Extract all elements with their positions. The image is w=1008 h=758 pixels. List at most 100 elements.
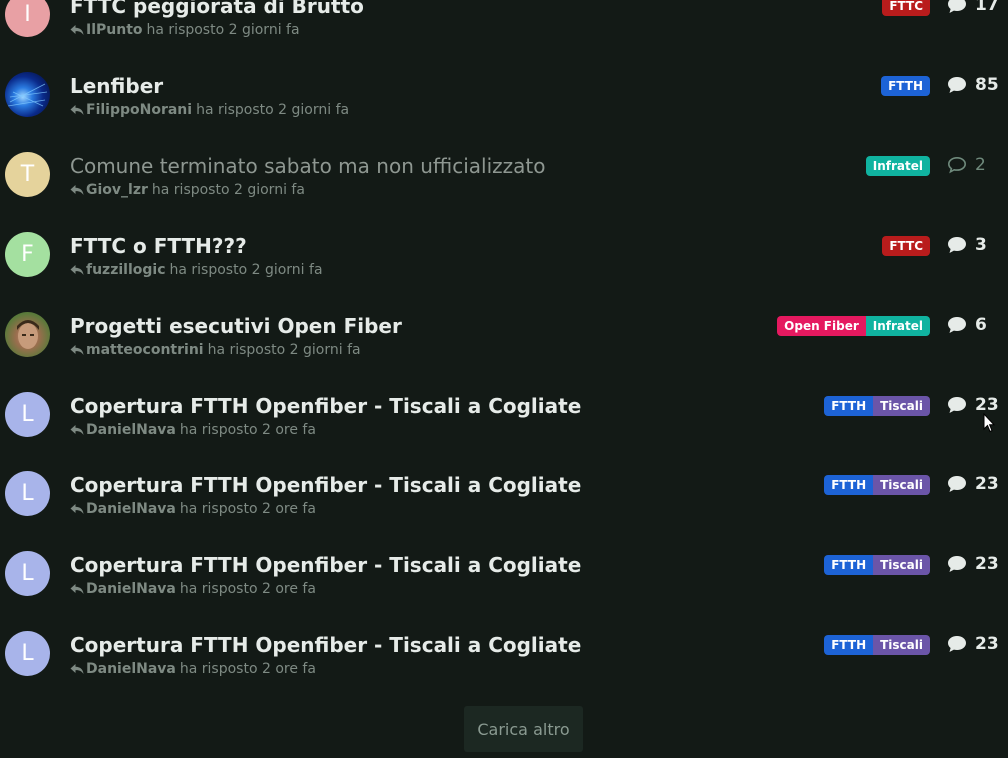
reply-count[interactable]: 23: [947, 474, 999, 494]
tag-tiscali[interactable]: Tiscali: [873, 635, 930, 655]
avatar[interactable]: L: [5, 392, 50, 437]
avatar[interactable]: L: [5, 551, 50, 596]
topic-row[interactable]: Lenfiber FilippoNorani ha risposto 2 giorn…: [0, 54, 1008, 134]
reply-count[interactable]: 85: [947, 75, 999, 95]
topic-title[interactable]: FTTC peggiorata di Brutto: [70, 0, 364, 18]
topic-row[interactable]: T Comune terminato sabato ma non ufficial…: [0, 134, 1008, 214]
topic-row[interactable]: F FTTC o FTTH??? fuzzillogic ha risposto 2 …: [0, 214, 1008, 294]
reply-time: ha risposto 2 giorni fa: [196, 102, 350, 118]
topic-title[interactable]: Copertura FTTH Openfiber - Tiscali a Cog…: [70, 553, 581, 577]
reply-count-value: 85: [975, 75, 999, 95]
reply-time: ha risposto 2 ore fa: [179, 422, 316, 438]
reply-count-value: 17: [975, 0, 999, 15]
user-photo: [17, 320, 39, 349]
reply-count-value: 2: [975, 155, 986, 175]
topic-tags: FTTH Tiscali: [824, 396, 930, 416]
tag-tiscali[interactable]: Tiscali: [873, 475, 930, 495]
speech-bubble-icon: [948, 237, 966, 253]
tag-infratel[interactable]: Infratel: [865, 156, 930, 176]
reply-username[interactable]: matteocontrini: [86, 342, 204, 358]
avatar-letter: T: [20, 162, 35, 187]
reply-time: ha risposto 2 giorni fa: [146, 22, 300, 38]
tag-ftth[interactable]: FTTH: [824, 396, 874, 416]
reply-username[interactable]: Giov_lzr: [86, 182, 148, 198]
reply-count[interactable]: 6: [947, 315, 987, 335]
reply-arrow-icon: [70, 105, 84, 115]
topic-row[interactable]: Progetti esecutivi Open Fiber matteocontr…: [0, 294, 1008, 374]
avatar[interactable]: [5, 72, 50, 117]
avatar[interactable]: I: [5, 0, 50, 37]
tag-fttc[interactable]: FTTC: [882, 236, 930, 256]
reply-count[interactable]: 23: [947, 395, 999, 415]
last-reply-info: Giov_lzr ha risposto 2 giorni fa: [70, 182, 305, 198]
reply-time: ha risposto 2 giorni fa: [169, 262, 323, 278]
avatar[interactable]: T: [5, 152, 50, 197]
speech-bubble-icon: [948, 556, 966, 572]
speech-bubble-icon: [948, 397, 966, 413]
topic-title[interactable]: Copertura FTTH Openfiber - Tiscali a Cog…: [70, 473, 581, 497]
topic-title[interactable]: Lenfiber: [70, 74, 163, 98]
reply-count[interactable]: 23: [947, 554, 999, 574]
avatar-letter: L: [21, 402, 34, 427]
reply-count[interactable]: 17: [947, 0, 999, 15]
speech-bubble-icon: [948, 636, 966, 652]
speech-bubble-icon: [948, 317, 966, 333]
topic-title[interactable]: Copertura FTTH Openfiber - Tiscali a Cog…: [70, 394, 581, 418]
topic-row[interactable]: L Copertura FTTH Openfiber - Tiscali a Co…: [0, 613, 1008, 693]
reply-time: ha risposto 2 giorni fa: [151, 182, 305, 198]
reply-username[interactable]: DanielNava: [86, 581, 176, 597]
topic-tags: FTTH Tiscali: [824, 555, 930, 575]
speech-bubble-icon: [948, 77, 966, 93]
load-more-button[interactable]: Carica altro: [464, 706, 583, 752]
last-reply-info: DanielNava ha risposto 2 ore fa: [70, 581, 316, 597]
reply-username[interactable]: fuzzillogic: [86, 262, 166, 278]
avatar-letter: L: [21, 481, 34, 506]
reply-arrow-icon: [70, 584, 84, 594]
last-reply-info: FilippoNorani ha risposto 2 giorni fa: [70, 102, 349, 118]
topic-title[interactable]: Comune terminato sabato ma non ufficiali…: [70, 154, 546, 178]
topic-tags: Open Fiber Infratel: [777, 316, 930, 336]
avatar[interactable]: F: [5, 232, 50, 277]
reply-username[interactable]: IlPunto: [86, 22, 143, 38]
topic-row[interactable]: L Copertura FTTH Openfiber - Tiscali a Co…: [0, 453, 1008, 533]
topic-title[interactable]: FTTC o FTTH???: [70, 234, 247, 258]
reply-count-value: 6: [975, 315, 987, 335]
reply-count-value: 23: [975, 554, 999, 574]
tag-infratel[interactable]: Infratel: [865, 316, 930, 336]
tag-tiscali[interactable]: Tiscali: [873, 555, 930, 575]
tag-ftth[interactable]: FTTH: [824, 555, 874, 575]
tag-fttc[interactable]: FTTC: [882, 0, 930, 16]
reply-count[interactable]: 2: [947, 155, 986, 175]
avatar-letter: L: [21, 641, 34, 666]
topic-title[interactable]: Copertura FTTH Openfiber - Tiscali a Cog…: [70, 633, 581, 657]
reply-username[interactable]: DanielNava: [86, 422, 176, 438]
tag-open-fiber[interactable]: Open Fiber: [777, 316, 866, 336]
reply-arrow-icon: [70, 345, 84, 355]
tag-ftth[interactable]: FTTH: [824, 635, 874, 655]
tag-ftth[interactable]: FTTH: [824, 475, 874, 495]
reply-time: ha risposto 2 ore fa: [179, 661, 316, 677]
reply-count-value: 3: [975, 235, 987, 255]
topic-row[interactable]: L Copertura FTTH Openfiber - Tiscali a Co…: [0, 374, 1008, 454]
avatar[interactable]: L: [5, 631, 50, 676]
topic-row[interactable]: I FTTC peggiorata di Brutto IlPunto ha risp…: [0, 0, 1008, 54]
reply-count-value: 23: [975, 395, 999, 415]
topic-tags: FTTC: [882, 0, 930, 16]
last-reply-info: fuzzillogic ha risposto 2 giorni fa: [70, 262, 323, 278]
topic-row[interactable]: L Copertura FTTH Openfiber - Tiscali a Co…: [0, 533, 1008, 613]
avatar[interactable]: [5, 312, 50, 357]
tag-ftth[interactable]: FTTH: [881, 76, 930, 96]
topic-title[interactable]: Progetti esecutivi Open Fiber: [70, 314, 402, 338]
reply-username[interactable]: DanielNava: [86, 661, 176, 677]
topic-tags: FTTC: [882, 236, 930, 256]
reply-username[interactable]: DanielNava: [86, 501, 176, 517]
avatar[interactable]: L: [5, 471, 50, 516]
reply-count[interactable]: 3: [947, 235, 987, 255]
topic-tags: FTTH Tiscali: [824, 475, 930, 495]
reply-arrow-icon: [70, 265, 84, 275]
reply-count[interactable]: 23: [947, 634, 999, 654]
last-reply-info: matteocontrini ha risposto 2 giorni fa: [70, 342, 361, 358]
reply-time: ha risposto 2 ore fa: [179, 581, 316, 597]
tag-tiscali[interactable]: Tiscali: [873, 396, 930, 416]
reply-username[interactable]: FilippoNorani: [86, 102, 192, 118]
